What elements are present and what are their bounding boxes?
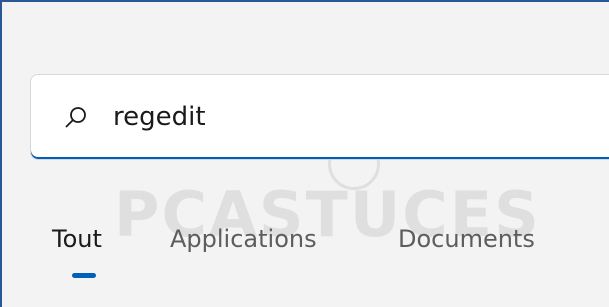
tab-all[interactable]: Tout: [52, 225, 102, 253]
search-box[interactable]: [30, 74, 609, 160]
search-panel: PCASTUCES Tout Applications Documents: [0, 0, 609, 307]
search-icon: [65, 107, 86, 128]
tab-documents[interactable]: Documents: [398, 225, 535, 253]
tab-applications[interactable]: Applications: [170, 225, 317, 253]
search-input[interactable]: [113, 97, 493, 137]
selected-tab-indicator: [72, 273, 96, 278]
